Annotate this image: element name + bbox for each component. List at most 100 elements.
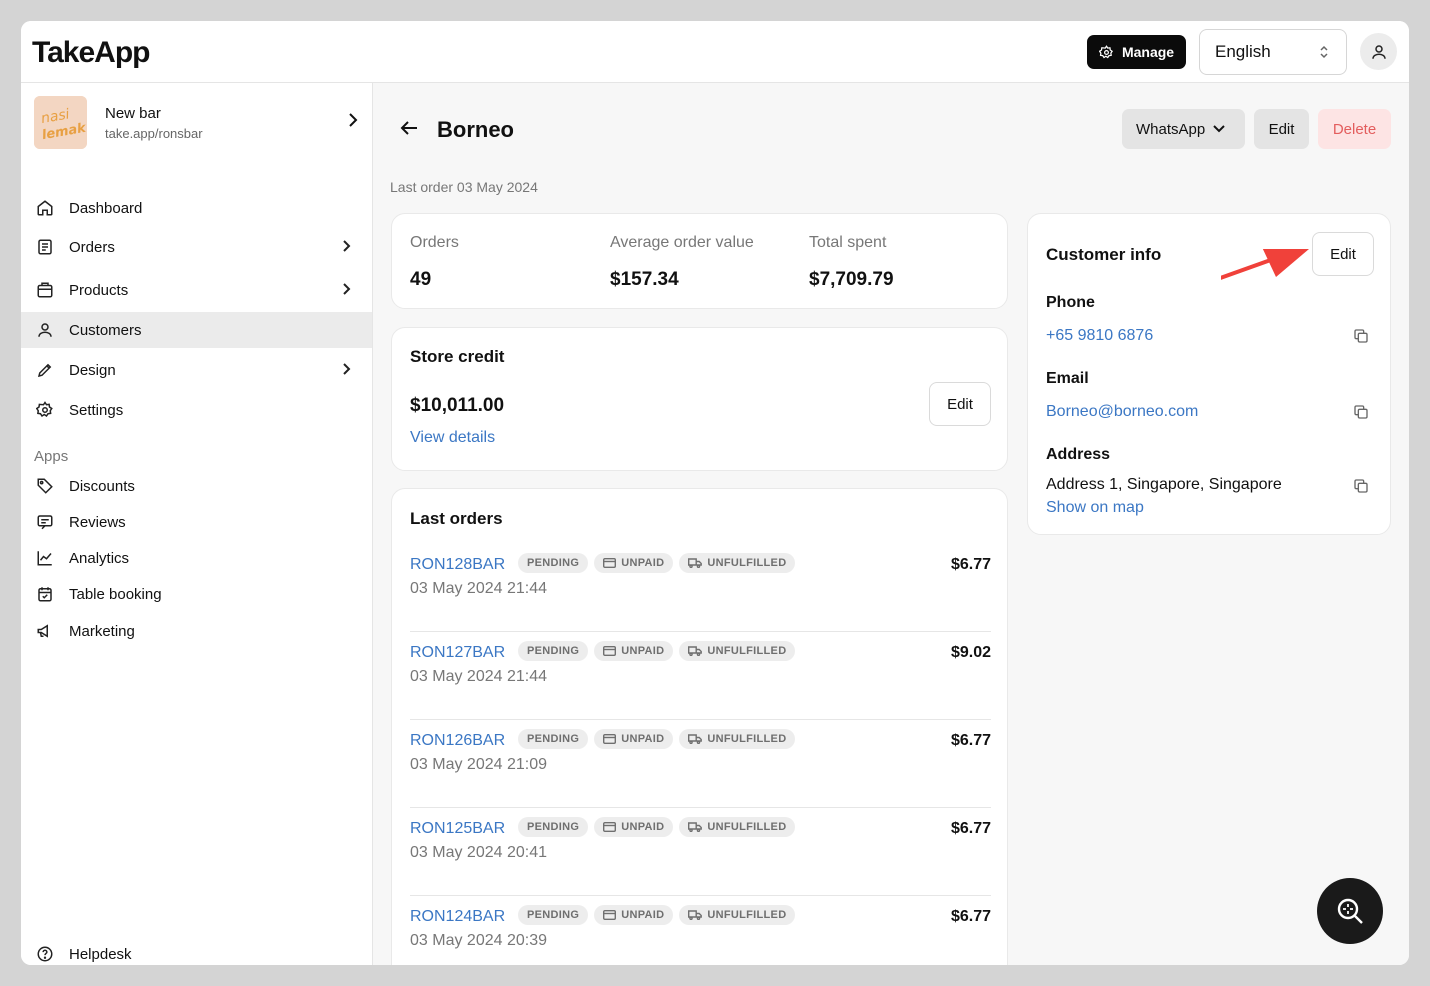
- sidebar-item-products[interactable]: Products: [21, 272, 372, 308]
- sidebar-item-label: Analytics: [69, 549, 130, 567]
- chevron-right-icon: [343, 240, 351, 252]
- chevron-right-icon: [343, 363, 351, 375]
- payment-badge: UNPAID: [594, 553, 674, 573]
- status-badge: PENDING: [518, 905, 589, 925]
- store-switcher[interactable]: nasi lemak New bar take.app/ronsbar: [34, 96, 364, 150]
- zoom-assistant-button[interactable]: [1317, 878, 1383, 944]
- order-id-link[interactable]: RON128BAR: [410, 556, 505, 574]
- payment-badge-label: UNPAID: [621, 557, 665, 569]
- order-row[interactable]: RON125BAR PENDING UNPAID UNFULFILLED 03 May …: [410, 808, 991, 896]
- order-id-link[interactable]: RON127BAR: [410, 644, 505, 662]
- order-row[interactable]: RON126BAR PENDING UNPAID UNFULFILLED 03 May …: [410, 720, 991, 808]
- fulfillment-badge-label: UNFULFILLED: [707, 821, 787, 833]
- home-icon: [37, 200, 53, 216]
- status-badge: PENDING: [518, 729, 589, 749]
- order-id-link[interactable]: RON125BAR: [410, 820, 505, 838]
- manage-button[interactable]: Manage: [1087, 35, 1186, 69]
- order-badges: PENDING UNPAID UNFULFILLED: [518, 553, 796, 573]
- fulfillment-badge: UNFULFILLED: [679, 553, 796, 573]
- sidebar-item-discounts[interactable]: Discounts: [21, 468, 372, 504]
- sidebar-item-table-booking[interactable]: Table booking: [21, 576, 372, 612]
- app-window: TakeApp Manage English nasi lemak New ba…: [21, 21, 1409, 965]
- chevron-down-icon: [1213, 125, 1225, 133]
- manage-label: Manage: [1121, 44, 1175, 60]
- address-value: Address 1, Singapore, Singapore: [1046, 476, 1282, 493]
- status-badge: PENDING: [518, 553, 589, 573]
- status-badge: PENDING: [518, 641, 589, 661]
- sidebar-item-label: Customers: [69, 321, 142, 339]
- megaphone-icon: [37, 624, 48, 638]
- page-title: Borneo: [437, 117, 514, 142]
- copy-icon[interactable]: [1353, 478, 1369, 494]
- fulfillment-badge-label: UNFULFILLED: [707, 645, 787, 657]
- sidebar-item-label: Settings: [69, 401, 124, 419]
- fulfillment-badge: UNFULFILLED: [679, 641, 796, 661]
- app-logo[interactable]: TakeApp: [32, 36, 150, 70]
- copy-icon[interactable]: [1353, 328, 1369, 344]
- stat-value: $7,709.79: [809, 269, 894, 290]
- card-icon: [603, 558, 617, 568]
- status-badge-label: PENDING: [527, 909, 580, 921]
- order-id-link[interactable]: RON126BAR: [410, 732, 505, 750]
- status-badge: PENDING: [518, 817, 589, 837]
- customer-info-title: Customer info: [1046, 245, 1162, 264]
- copy-icon[interactable]: [1353, 404, 1369, 420]
- products-icon: [37, 282, 53, 298]
- show-on-map-link[interactable]: Show on map: [1046, 499, 1144, 517]
- sidebar-item-reviews[interactable]: Reviews: [21, 504, 372, 540]
- edit-customer-info-button[interactable]: Edit: [1312, 232, 1374, 276]
- language-value: English: [1215, 42, 1271, 61]
- status-badge-label: PENDING: [527, 733, 580, 745]
- sidebar-item-design[interactable]: Design: [21, 352, 372, 388]
- orders-icon: [38, 239, 52, 255]
- whatsapp-button[interactable]: WhatsApp: [1122, 109, 1245, 149]
- back-arrow-icon[interactable]: [400, 120, 418, 136]
- sidebar-item-dashboard[interactable]: Dashboard: [21, 190, 372, 226]
- sidebar-item-settings[interactable]: Settings: [21, 392, 372, 428]
- order-id-link[interactable]: RON124BAR: [410, 908, 505, 926]
- store-thumbnail: nasi lemak: [34, 96, 87, 149]
- email-link[interactable]: Borneo@borneo.com: [1046, 403, 1198, 421]
- delete-customer-button[interactable]: Delete: [1318, 109, 1391, 149]
- stat-value: 49: [410, 269, 432, 290]
- fulfillment-badge: UNFULFILLED: [679, 729, 796, 749]
- card-icon: [603, 822, 617, 832]
- edit-store-credit-button[interactable]: Edit: [929, 382, 991, 426]
- language-select[interactable]: English: [1199, 29, 1347, 75]
- payment-badge: UNPAID: [594, 729, 674, 749]
- truck-icon: [688, 646, 703, 656]
- phone-link[interactable]: +65 9810 6876: [1046, 327, 1153, 345]
- sidebar-item-label: Dashboard: [69, 199, 143, 217]
- view-details-link[interactable]: View details: [410, 429, 495, 447]
- store-url: take.app/ronsbar: [105, 126, 203, 141]
- order-row[interactable]: RON127BAR PENDING UNPAID UNFULFILLED 03 May …: [410, 632, 991, 720]
- user-avatar-button[interactable]: [1360, 33, 1397, 70]
- status-badge-label: PENDING: [527, 557, 580, 569]
- status-badge-label: PENDING: [527, 645, 580, 657]
- sidebar-item-helpdesk[interactable]: Helpdesk: [21, 936, 372, 965]
- order-date: 03 May 2024 21:44: [410, 668, 547, 685]
- gear-icon: [36, 401, 53, 418]
- order-badges: PENDING UNPAID UNFULFILLED: [518, 905, 796, 925]
- payment-badge-label: UNPAID: [621, 821, 665, 833]
- order-row[interactable]: RON128BAR PENDING UNPAID UNFULFILLED 03 May …: [410, 544, 991, 632]
- sidebar-item-label: Helpdesk: [69, 945, 132, 963]
- store-credit-title: Store credit: [410, 347, 505, 366]
- truck-icon: [688, 910, 703, 920]
- sidebar-item-label: Marketing: [69, 622, 135, 640]
- sidebar-item-marketing[interactable]: Marketing: [21, 613, 372, 649]
- gear-icon: [1098, 44, 1113, 58]
- fulfillment-badge-label: UNFULFILLED: [707, 557, 787, 569]
- edit-customer-button[interactable]: Edit: [1254, 109, 1309, 149]
- order-badges: PENDING UNPAID UNFULFILLED: [518, 641, 796, 661]
- sidebar-item-customers[interactable]: Customers: [21, 312, 372, 348]
- sidebar-item-analytics[interactable]: Analytics: [21, 540, 372, 576]
- truck-icon: [688, 734, 703, 744]
- payment-badge: UNPAID: [594, 905, 674, 925]
- sidebar-item-orders[interactable]: Orders: [21, 229, 372, 265]
- order-row[interactable]: RON124BAR PENDING UNPAID UNFULFILLED 03 May …: [410, 896, 991, 965]
- top-bar: TakeApp Manage English: [21, 21, 1409, 83]
- stat-value: $157.34: [610, 269, 679, 290]
- order-badges: PENDING UNPAID UNFULFILLED: [518, 729, 796, 749]
- card-icon: [603, 734, 617, 744]
